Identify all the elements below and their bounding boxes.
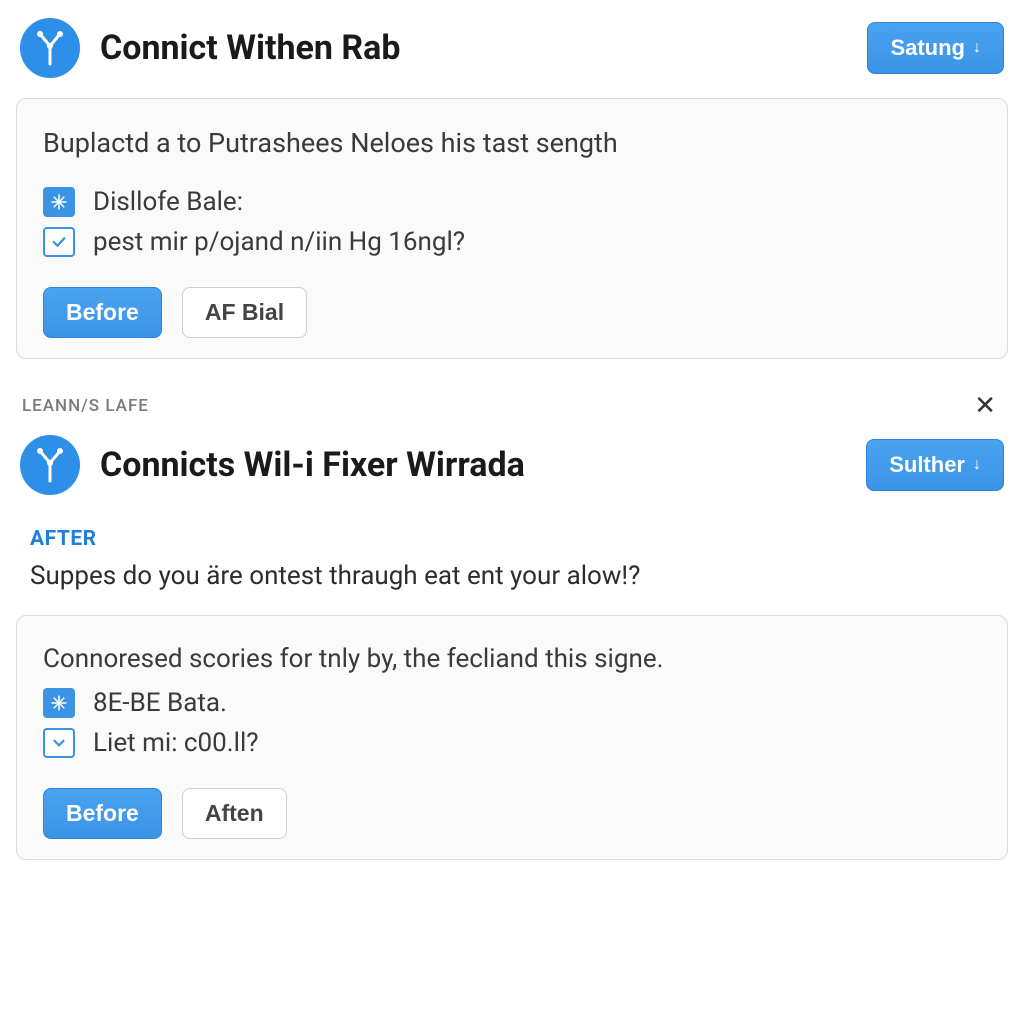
card1-afbial-button[interactable]: AF Bial <box>182 287 307 338</box>
card1-button-row: Before AF Bial <box>43 287 981 338</box>
card1-panel: Buplactd a to Putrashees Neloes his tast… <box>16 98 1008 359</box>
card1-item2-row: pest mir p/ojand n/iin Hg 16ngl? <box>43 227 981 257</box>
card2-body-text: Connoresed scories for tnly by, the fecl… <box>43 644 981 674</box>
after-block: AFTER Suppes do you äre ontest thraugh e… <box>10 515 1014 615</box>
card1-header-left: Connict Withen Rab <box>20 18 401 78</box>
close-icon[interactable]: ✕ <box>968 391 1002 421</box>
card2-panel: Connoresed scories for tnly by, the fecl… <box>16 615 1008 860</box>
section-label: LEANN/S LAFE <box>22 396 149 416</box>
after-label: AFTER <box>30 527 994 551</box>
chevron-down-icon[interactable] <box>43 728 75 758</box>
card1-body-text: Buplactd a to Putrashees Neloes his tast… <box>43 127 981 159</box>
card2-aften-button[interactable]: Aften <box>182 788 287 839</box>
card1-item1-row: Disllofe Bale: <box>43 187 981 217</box>
card2-header-left: Connicts Wil-i Fixer Wirrada <box>20 435 525 495</box>
card2-item2-label: Liet mi: c00.ll? <box>93 728 259 758</box>
snowflake-icon <box>43 187 75 217</box>
card1-item1-label: Disllofe Bale: <box>93 187 243 217</box>
arrow-icon: ↓ <box>973 456 981 474</box>
card2-button-row: Before Aften <box>43 788 981 839</box>
card2-item1-row: 8E-BE Bata. <box>43 688 981 718</box>
card2-item1-label: 8E-BE Bata. <box>93 688 227 718</box>
card2-title: Connicts Wil-i Fixer Wirrada <box>100 445 525 485</box>
logo-icon <box>20 18 80 78</box>
check-icon[interactable] <box>43 227 75 257</box>
card1-header: Connict Withen Rab Satung ↓ <box>10 10 1014 98</box>
card2-cta-label: Sulther <box>889 452 965 478</box>
card2-cta-button[interactable]: Sulther ↓ <box>866 439 1004 491</box>
card2-header: Connicts Wil-i Fixer Wirrada Sulther ↓ <box>10 427 1014 515</box>
card1-before-button[interactable]: Before <box>43 287 162 338</box>
snowflake-icon <box>43 688 75 718</box>
logo-icon <box>20 435 80 495</box>
card1-item2-label: pest mir p/ojand n/iin Hg 16ngl? <box>93 227 465 257</box>
section-bar: LEANN/S LAFE ✕ <box>10 377 1014 427</box>
card1-cta-label: Satung <box>890 35 965 61</box>
card2-item2-row: Liet mi: c00.ll? <box>43 728 981 758</box>
card1-title: Connict Withen Rab <box>100 28 401 68</box>
arrow-icon: ↓ <box>973 39 981 57</box>
after-text: Suppes do you äre ontest thraugh eat ent… <box>30 561 994 591</box>
card1-cta-button[interactable]: Satung ↓ <box>867 22 1004 74</box>
card2-before-button[interactable]: Before <box>43 788 162 839</box>
